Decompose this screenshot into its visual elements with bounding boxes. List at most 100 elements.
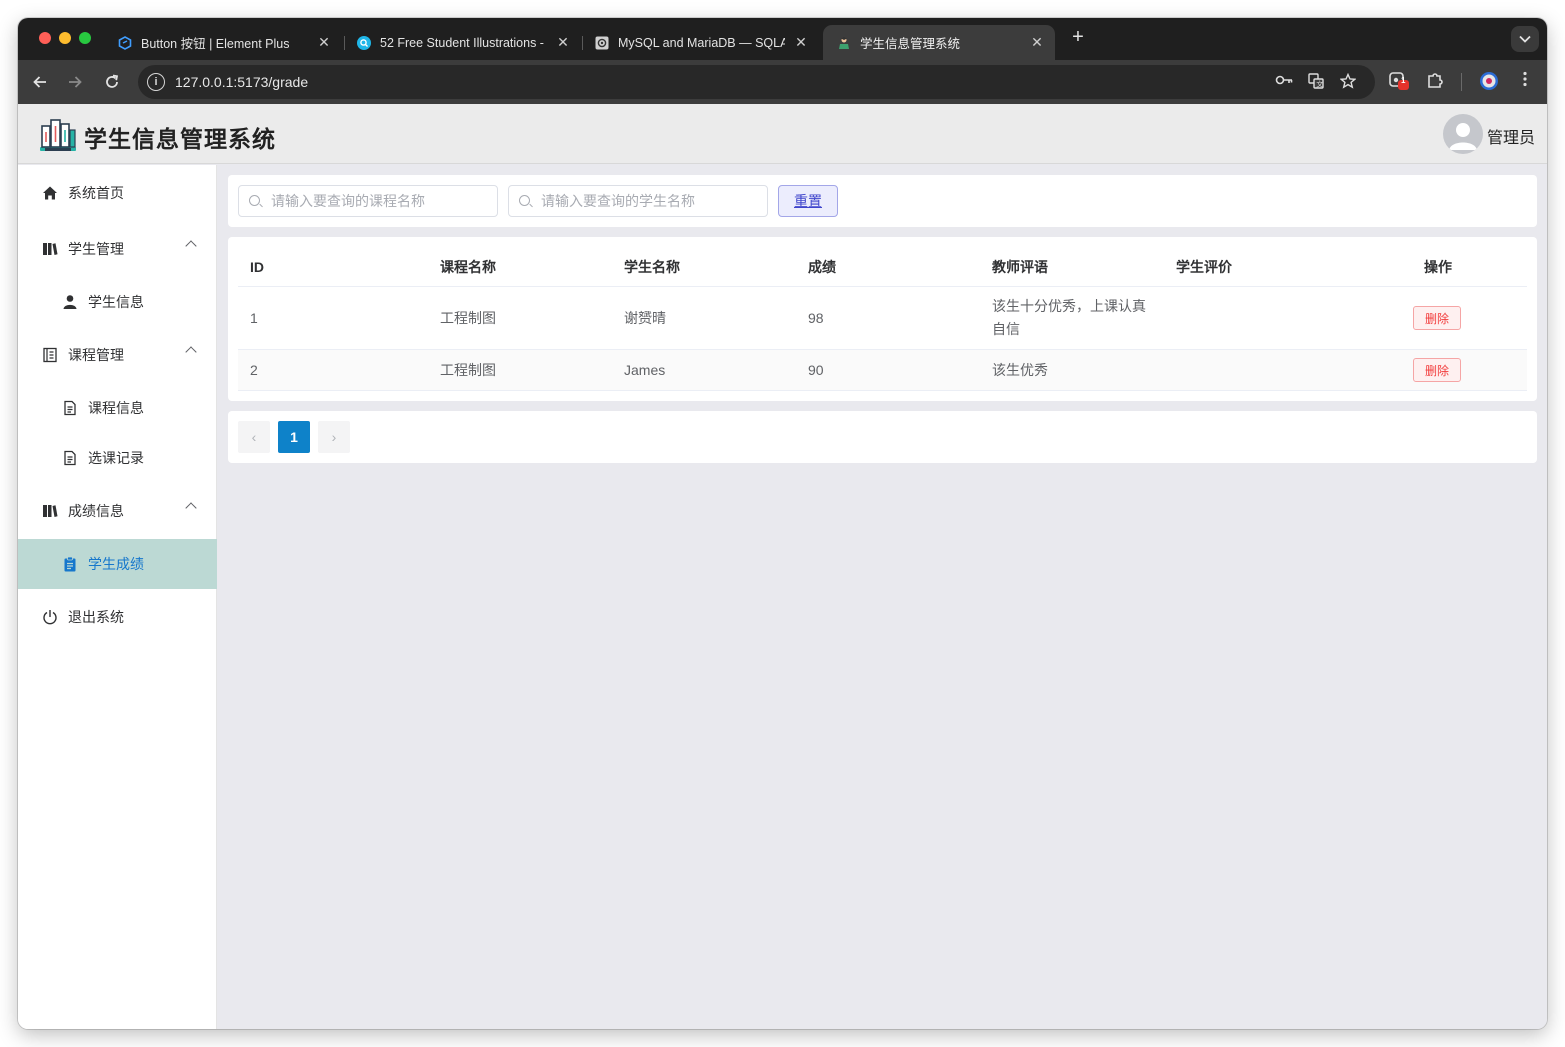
- browser-tab-element-plus[interactable]: Button 按钮 | Element Plus ✕: [104, 25, 342, 60]
- extensions-puzzle-icon[interactable]: [1424, 71, 1446, 94]
- book-icon: [42, 241, 58, 257]
- tab-search-menu-button[interactable]: [1511, 26, 1539, 52]
- sidebar-item-label: 课程信息: [88, 400, 144, 416]
- chevron-up-icon: [185, 346, 197, 358]
- browser-window: Button 按钮 | Element Plus ✕ 52 Free Stude…: [18, 18, 1547, 1029]
- student-search-input[interactable]: [541, 186, 761, 216]
- close-tab-icon[interactable]: ✕: [793, 34, 809, 51]
- sidebar-item-label: 退出系统: [68, 609, 124, 625]
- sidebar-item-logout[interactable]: 退出系统: [18, 592, 217, 642]
- cell-student: 谢赟晴: [624, 310, 666, 326]
- cell-score: 98: [808, 310, 824, 326]
- sidebar: 系统首页 学生管理 学生信息 课程管理 课程信息 选课记录 成绩信息 学生成绩 …: [18, 165, 217, 1029]
- back-button[interactable]: [28, 70, 52, 94]
- home-icon: [42, 185, 58, 201]
- delete-button[interactable]: 删除: [1413, 306, 1461, 330]
- column-header-actions: 操作: [1424, 258, 1452, 275]
- prev-page-button[interactable]: ‹: [238, 421, 270, 453]
- maximize-window-button[interactable]: [79, 32, 91, 44]
- course-search-field[interactable]: [238, 185, 498, 217]
- bookmark-star-icon[interactable]: [1338, 72, 1358, 93]
- clipboard-icon: [62, 556, 78, 572]
- sidebar-item-enrollment-records[interactable]: 选课记录: [18, 433, 217, 483]
- next-page-button[interactable]: ›: [318, 421, 350, 453]
- cell-course: 工程制图: [440, 310, 496, 326]
- grades-table: ID 课程名称 学生名称 成绩 教师评语 学生评价 操作 1 工程制图 谢赟晴 …: [228, 237, 1537, 401]
- browser-tab-sqlalchemy[interactable]: MySQL and MariaDB — SQLAlc ✕: [581, 25, 819, 60]
- tab-strip: Button 按钮 | Element Plus ✕ 52 Free Stude…: [18, 18, 1547, 60]
- table-header: ID 课程名称 学生名称 成绩 教师评语 学生评价 操作: [238, 247, 1527, 287]
- new-tab-button[interactable]: +: [1066, 26, 1090, 49]
- cell-student-review: [1164, 350, 1176, 390]
- sidebar-item-course-info[interactable]: 课程信息: [18, 383, 217, 433]
- profile-avatar-icon[interactable]: [1478, 71, 1500, 96]
- site-info-icon[interactable]: i: [147, 73, 165, 91]
- sidebar-item-student-grades[interactable]: 学生成绩: [18, 539, 217, 589]
- url-text[interactable]: 127.0.0.1:5173/grade: [175, 74, 308, 90]
- address-bar[interactable]: i 127.0.0.1:5173/grade 文: [138, 65, 1375, 99]
- column-header-score: 成绩: [808, 258, 836, 275]
- minimize-window-button[interactable]: [59, 32, 71, 44]
- reload-button[interactable]: [100, 70, 124, 94]
- extension-badge: 1: [1401, 76, 1406, 85]
- sidebar-item-label: 学生管理: [68, 241, 124, 257]
- extension-devtools-icon[interactable]: 1: [1388, 71, 1410, 96]
- student-search-field[interactable]: [508, 185, 768, 217]
- cell-course: 工程制图: [440, 362, 496, 378]
- column-header-id: ID: [250, 258, 264, 275]
- course-search-input[interactable]: [271, 186, 491, 216]
- chevron-up-icon: [185, 502, 197, 514]
- toolbar-divider: [1461, 73, 1462, 91]
- app-logo-icon: [38, 114, 78, 154]
- cell-student-review: [1164, 287, 1176, 349]
- column-header-student: 学生名称: [624, 258, 680, 275]
- forward-button[interactable]: [63, 70, 87, 94]
- sidebar-item-label: 学生成绩: [88, 556, 144, 572]
- sqlalchemy-icon: [595, 36, 609, 50]
- cell-teacher-comment: 该生十分优秀，上课认真自信: [992, 298, 1146, 337]
- column-header-course: 课程名称: [440, 258, 496, 275]
- browser-menu-kebab-icon[interactable]: [1514, 71, 1536, 92]
- sidebar-item-student-info[interactable]: 学生信息: [18, 277, 217, 327]
- document-icon: [62, 400, 78, 416]
- document-icon: [62, 450, 78, 466]
- column-header-teacher-comment: 教师评语: [992, 258, 1048, 275]
- tab-title: Button 按钮 | Element Plus: [141, 37, 290, 51]
- close-window-button[interactable]: [39, 32, 51, 44]
- book-icon: [42, 503, 58, 519]
- translate-icon[interactable]: 文: [1306, 73, 1326, 93]
- browser-tab-student-system[interactable]: 学生信息管理系统 ✕: [823, 25, 1055, 60]
- sidebar-item-student-management[interactable]: 学生管理: [18, 224, 217, 274]
- close-tab-icon[interactable]: ✕: [555, 34, 571, 51]
- cell-id: 1: [250, 310, 258, 326]
- cell-id: 2: [250, 362, 258, 378]
- sidebar-item-home[interactable]: 系统首页: [18, 168, 217, 218]
- browser-tab-student-illustrations[interactable]: 52 Free Student Illustrations - ✕: [343, 25, 581, 60]
- cell-teacher-comment: 该生优秀: [992, 362, 1048, 378]
- student-icon: [837, 36, 851, 50]
- tab-title: 52 Free Student Illustrations -: [380, 35, 544, 50]
- app-root: 学生信息管理系统 管理员 系统首页 学生管理 学生信息 课程管理 课程信息 选课…: [18, 104, 1547, 1029]
- sidebar-item-course-management[interactable]: 课程管理: [18, 330, 217, 380]
- sidebar-item-label: 课程管理: [68, 347, 124, 363]
- close-tab-icon[interactable]: ✕: [1029, 34, 1045, 51]
- cell-student: James: [624, 362, 666, 378]
- sidebar-item-grade-info[interactable]: 成绩信息: [18, 486, 217, 536]
- reset-button[interactable]: 重置: [778, 185, 838, 217]
- element-plus-icon: [118, 35, 132, 50]
- search-icon: [249, 195, 260, 206]
- column-header-student-review: 学生评价: [1176, 258, 1232, 275]
- svg-text:文: 文: [1316, 80, 1323, 89]
- notebook-icon: [42, 347, 58, 363]
- sidebar-item-label: 选课记录: [88, 450, 144, 466]
- table-row: 1 工程制图 谢赟晴 98 该生十分优秀，上课认真自信 删除: [238, 287, 1527, 350]
- page-number-button[interactable]: 1: [278, 421, 310, 453]
- close-tab-icon[interactable]: ✕: [316, 34, 332, 51]
- pagination: ‹ 1 ›: [228, 411, 1537, 463]
- delete-button[interactable]: 删除: [1413, 358, 1461, 382]
- user-avatar[interactable]: [1443, 114, 1483, 154]
- power-icon: [42, 609, 58, 625]
- cell-actions: 删除: [1401, 287, 1461, 349]
- username-label[interactable]: 管理员: [1487, 124, 1535, 148]
- password-key-icon[interactable]: [1274, 73, 1294, 91]
